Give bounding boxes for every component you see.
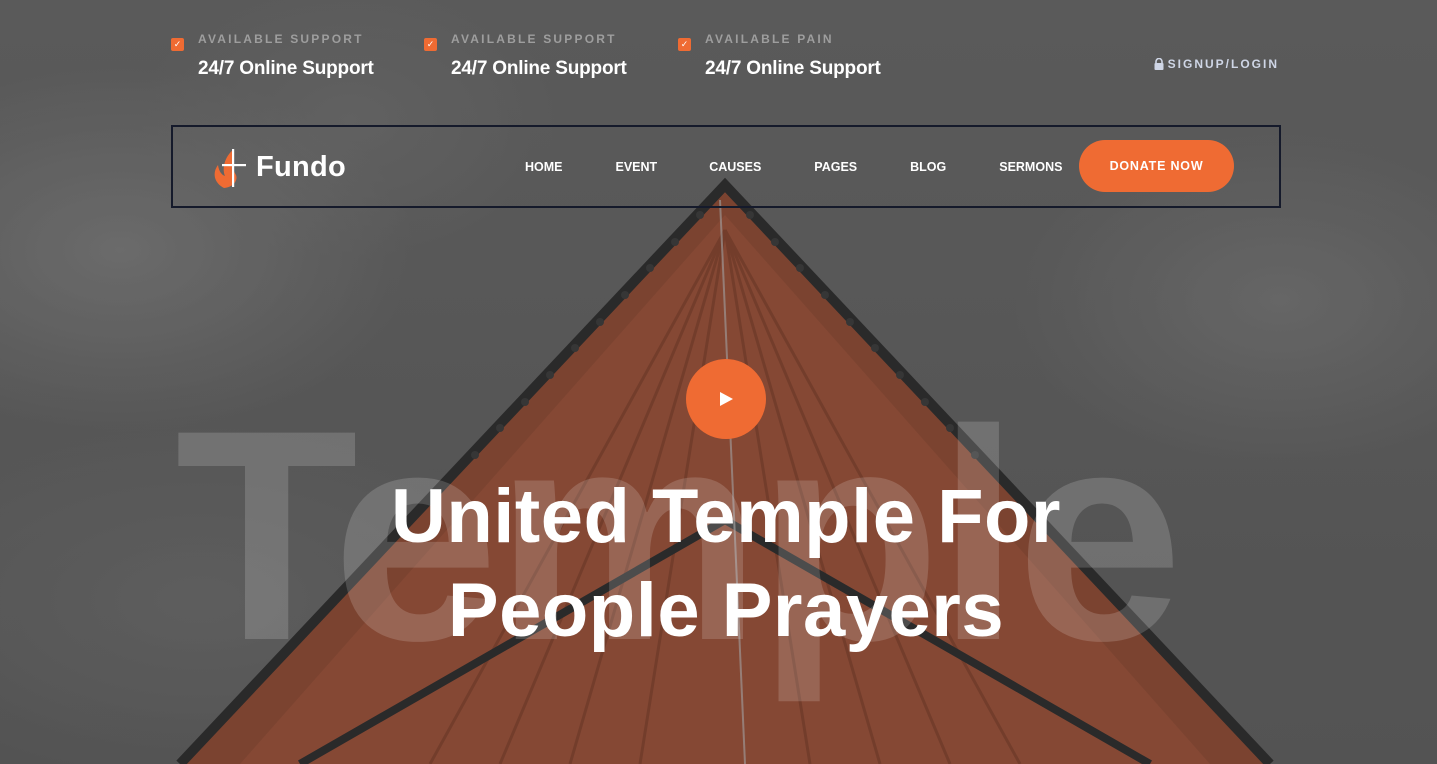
lock-icon [1154, 58, 1164, 70]
checkbox-check-icon: ✓ [678, 38, 691, 51]
hero-title-line-2: People Prayers [447, 568, 1005, 653]
info-value: 24/7 Online Support [451, 58, 627, 79]
play-icon [720, 392, 733, 406]
menu-item-pages[interactable]: PAGES [814, 160, 857, 174]
menu-item-sermons[interactable]: SERMONS [999, 160, 1062, 174]
menu-item-causes[interactable]: CAUSES [709, 160, 761, 174]
main-navbar: Fundo HOME EVENT CAUSES PAGES BLOG SERMO… [171, 125, 1281, 208]
info-label: AVAILABLE SUPPORT [451, 32, 617, 46]
play-video-button[interactable] [686, 359, 766, 439]
menu-item-event[interactable]: EVENT [616, 160, 658, 174]
brand-name: Fundo [256, 150, 347, 183]
info-label: AVAILABLE SUPPORT [198, 32, 364, 46]
main-menu: HOME EVENT CAUSES PAGES BLOG SERMONS [525, 127, 1062, 206]
brand-logo-link[interactable]: Fundo [210, 145, 346, 189]
hero-title: United Temple For People Prayers [218, 470, 1234, 658]
flame-cross-logo-icon [214, 149, 246, 188]
hero-title-line-1: United Temple For [390, 474, 1061, 559]
menu-item-blog[interactable]: BLOG [910, 160, 946, 174]
info-value: 24/7 Online Support [198, 58, 374, 79]
checkbox-check-icon: ✓ [424, 38, 437, 51]
info-label: AVAILABLE PAIN [705, 32, 834, 46]
signup-login-link[interactable]: SIGNUP/LOGIN [1154, 57, 1279, 71]
menu-item-home[interactable]: HOME [525, 160, 563, 174]
donate-now-button[interactable]: DONATE NOW [1079, 140, 1234, 192]
checkbox-check-icon: ✓ [171, 38, 184, 51]
info-value: 24/7 Online Support [705, 58, 881, 79]
signup-login-label: SIGNUP/LOGIN [1167, 57, 1279, 71]
